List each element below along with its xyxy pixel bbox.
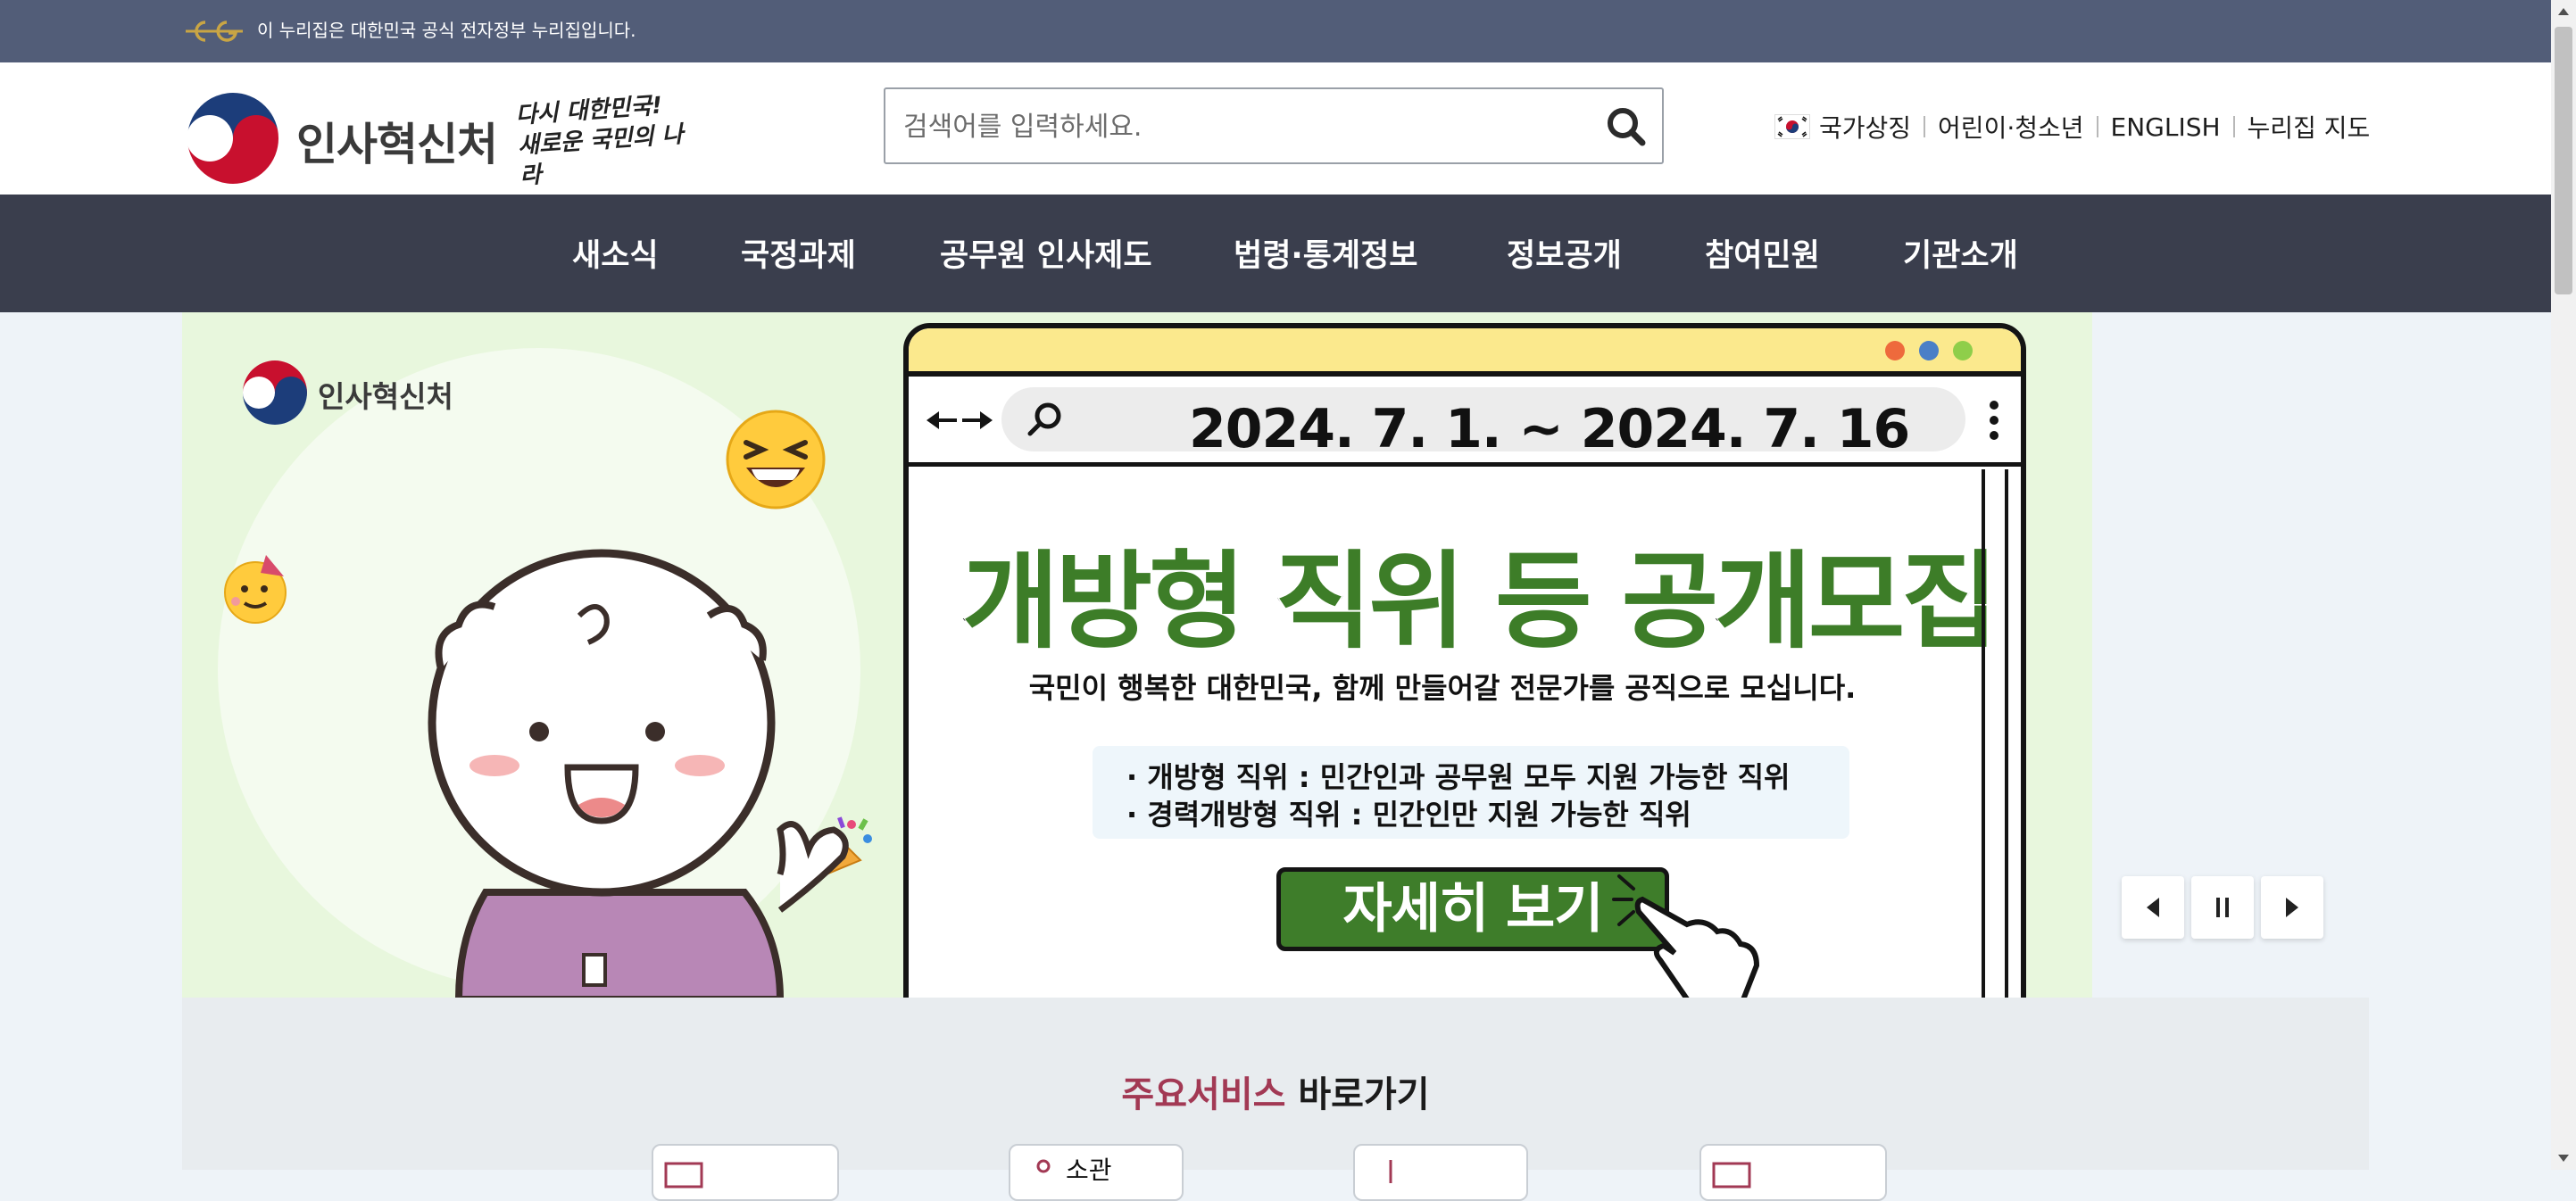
laughing-emoji-icon <box>726 410 826 509</box>
services-title: 주요서비스 바로가기 <box>182 1065 2369 1117</box>
nav-item-civil-participation[interactable]: 참여민원 <box>1705 230 1820 276</box>
divider <box>1924 116 1926 137</box>
divider <box>2232 116 2235 137</box>
nav-item-information-disclosure[interactable]: 정보공개 <box>1507 230 1622 276</box>
search-box <box>884 87 1664 164</box>
service-card[interactable] <box>652 1144 839 1201</box>
util-link-english[interactable]: ENGLISH <box>2111 112 2221 142</box>
site-logo-text[interactable]: 인사혁신처 <box>296 109 498 173</box>
scroll-up-arrow-icon[interactable] <box>2556 5 2571 18</box>
scrollbar-thumb[interactable] <box>2555 27 2572 294</box>
gov-banner: 이 누리집은 대한민국 공식 전자정부 누리집입니다. <box>0 0 2551 62</box>
egov-emblem-icon <box>186 21 243 42</box>
service-card[interactable] <box>1353 1144 1528 1201</box>
browser-address-row: 2024. 7. 1. ~ 2024. 7. 16 <box>909 377 2021 467</box>
info-line: · 경력개방형 직위 : 민간인만 지원 가능한 직위 <box>1126 798 1691 832</box>
triangle-left-icon <box>2147 898 2159 917</box>
pin-icon <box>1389 1160 1392 1183</box>
triangle-right-icon <box>2286 898 2298 917</box>
util-link-kids[interactable]: 어린이·청소년 <box>1938 109 2083 145</box>
main-navigation: 새소식 국정과제 공무원 인사제도 법령·통계정보 정보공개 참여민원 기관소개 <box>0 195 2551 312</box>
prev-slide-button[interactable] <box>2122 876 2184 939</box>
window-dot-icon <box>1919 341 1939 360</box>
nav-item-law-statistics[interactable]: 법령·통계정보 <box>1234 230 1418 276</box>
utility-links: 국가상징 어린이·청소년 ENGLISH 누리집 지도 <box>1774 109 2370 145</box>
kebab-menu-icon <box>1990 401 1998 440</box>
util-link-sitemap[interactable]: 누리집 지도 <box>2248 109 2371 145</box>
hero-banner[interactable]: 인사혁신처 2024. 7. 1. ~ 2024. 7. 16 개방형 직위 등… <box>182 312 2092 998</box>
pause-icon <box>2216 898 2229 917</box>
browser-scrollbar-illustration <box>1982 469 2008 998</box>
browser-illustration: 2024. 7. 1. ~ 2024. 7. 16 개방형 직위 등 공개모집 … <box>903 323 2026 998</box>
page-scrollbar[interactable] <box>2551 0 2576 1170</box>
taegeuk-logo-icon <box>243 360 307 425</box>
pause-slide-button[interactable] <box>2191 876 2254 939</box>
address-bar: 2024. 7. 1. ~ 2024. 7. 16 <box>1001 387 1965 460</box>
services-title-accent: 주요서비스 <box>1121 1074 1286 1115</box>
info-box: · 개방형 직위 : 민간인과 공무원 모두 지원 가능한 직위 · 경력개방형… <box>1093 746 1849 839</box>
service-card[interactable] <box>1699 1144 1887 1201</box>
service-card-label: 소관 <box>1066 1155 1112 1185</box>
recruitment-period: 2024. 7. 1. ~ 2024. 7. 16 <box>1189 398 1910 460</box>
taegeuk-logo-icon[interactable] <box>184 89 282 187</box>
korea-flag-icon <box>1774 114 1810 139</box>
document-icon <box>664 1162 703 1189</box>
browser-topbar <box>909 328 2021 377</box>
document-icon <box>1712 1162 1751 1189</box>
search-icon[interactable] <box>1603 104 1649 150</box>
person-icon <box>1036 1159 1051 1173</box>
services-title-rest: 바로가기 <box>1285 1074 1430 1115</box>
util-link-national-symbols[interactable]: 국가상징 <box>1819 109 1911 145</box>
window-dot-icon <box>1885 341 1905 360</box>
scroll-down-arrow-icon[interactable] <box>2556 1152 2571 1164</box>
service-card[interactable]: 소관 <box>1009 1144 1184 1201</box>
hero-logo-text: 인사혁신처 <box>318 379 453 414</box>
mascot-character-illustration <box>428 549 849 998</box>
hero-subline: 국민이 행복한 대한민국, 함께 만들어갈 전문가를 공직으로 모십니다. <box>1028 671 1857 705</box>
gov-banner-text: 이 누리집은 대한민국 공식 전자정부 누리집입니다. <box>257 20 636 41</box>
next-slide-button[interactable] <box>2261 876 2323 939</box>
search-input[interactable] <box>902 105 1583 148</box>
main-services-section: 주요서비스 바로가기 소관 <box>182 998 2369 1201</box>
window-dot-icon <box>1953 341 1973 360</box>
hero-headline: 개방형 직위 등 공개모집 <box>961 539 2000 665</box>
nav-item-personnel-system[interactable]: 공무원 인사제도 <box>940 230 1152 276</box>
divider <box>2096 116 2098 137</box>
back-forward-arrows-icon <box>927 411 993 429</box>
nav-item-national-tasks[interactable]: 국정과제 <box>741 230 856 276</box>
nav-item-about[interactable]: 기관소개 <box>1903 230 2018 276</box>
nav-item-news[interactable]: 새소식 <box>572 230 659 276</box>
info-line: · 개방형 직위 : 민간인과 공무원 모두 지원 가능한 직위 <box>1126 760 1791 794</box>
slogan: 다시 대한민국! 새로운 국민의 나라 <box>514 92 685 190</box>
search-icon <box>1027 402 1061 436</box>
